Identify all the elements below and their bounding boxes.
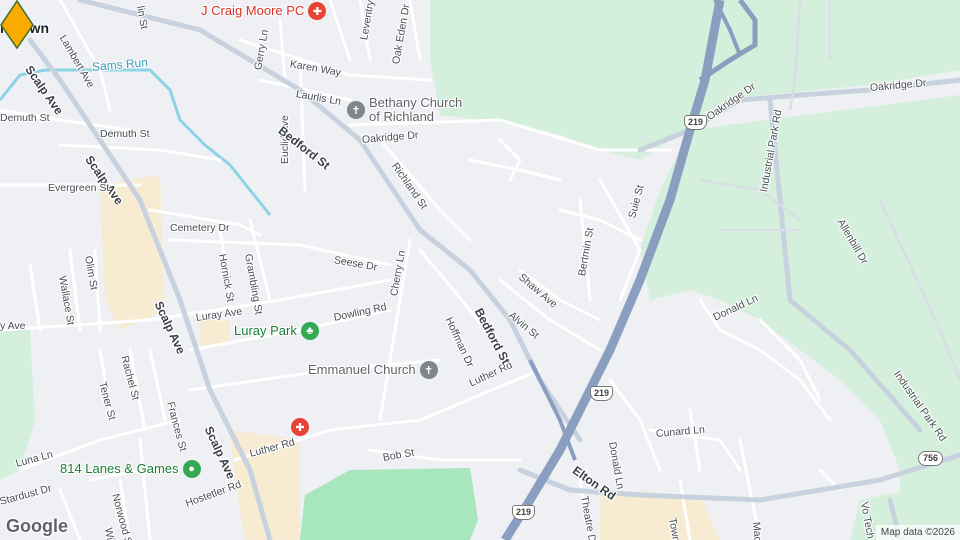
street-label-demuth-1: Demuth St — [0, 112, 50, 124]
us219-ramp-south — [528, 359, 577, 461]
map-pin-marker[interactable] — [0, 0, 34, 50]
tree-icon: ♣ — [300, 322, 319, 340]
poi-label: Luray Park — [234, 323, 297, 338]
green-area-east — [640, 95, 960, 540]
street-label-ave-partial: y Ave — [0, 320, 26, 332]
commercial-zone-park — [200, 320, 230, 345]
map-attribution[interactable]: Map data ©2026 — [875, 525, 960, 540]
us219-shield-north: 219 — [684, 115, 708, 130]
us219-shield-middle: 219 — [590, 386, 614, 401]
poi-label-line1: Bethany Church — [369, 95, 463, 110]
street-label-macr: Macr — [750, 521, 765, 540]
location-dot-icon: ● — [182, 460, 201, 478]
map-canvas[interactable]: nstown Sams Run Lambert Ave Scalp Ave Sc… — [0, 0, 960, 540]
poi-label: Emmanuel Church — [308, 362, 416, 377]
medical-cross-icon: ✚ — [308, 2, 327, 20]
map-base-layer — [0, 0, 960, 540]
us219-shield-south: 219 — [512, 505, 536, 520]
street-label-demuth-2: Demuth St — [100, 128, 150, 140]
church-cross-icon: ✝ — [419, 361, 438, 379]
poi-label: Bethany Church of Richland — [369, 96, 462, 124]
poi-label: 814 Lanes & Games — [60, 461, 179, 476]
google-logo: Google — [6, 516, 68, 536]
poi-j-craig-moore[interactable]: J Craig Moore PC ✚ — [201, 2, 327, 20]
poi-bethany-church[interactable]: ✝ Bethany Church of Richland — [347, 96, 462, 124]
poi-814-lanes[interactable]: 814 Lanes & Games ● — [60, 460, 201, 478]
street-label-evergreen: Evergreen St — [48, 182, 110, 194]
poi-label: J Craig Moore PC — [201, 3, 305, 18]
park-field — [300, 468, 478, 540]
poi-luray-park[interactable]: Luray Park ♣ — [234, 322, 319, 340]
poi-emmanuel-church[interactable]: Emmanuel Church ✝ — [308, 361, 438, 379]
poi-medical[interactable]: ✚ — [291, 418, 309, 436]
church-cross-icon: ✝ — [347, 101, 365, 119]
poi-label-line2: of Richland — [369, 109, 435, 124]
route756-shield: 756 — [918, 451, 944, 466]
medical-cross-icon: ✚ — [291, 418, 309, 436]
street-label-cemetery: Cemetery Dr — [170, 222, 230, 234]
